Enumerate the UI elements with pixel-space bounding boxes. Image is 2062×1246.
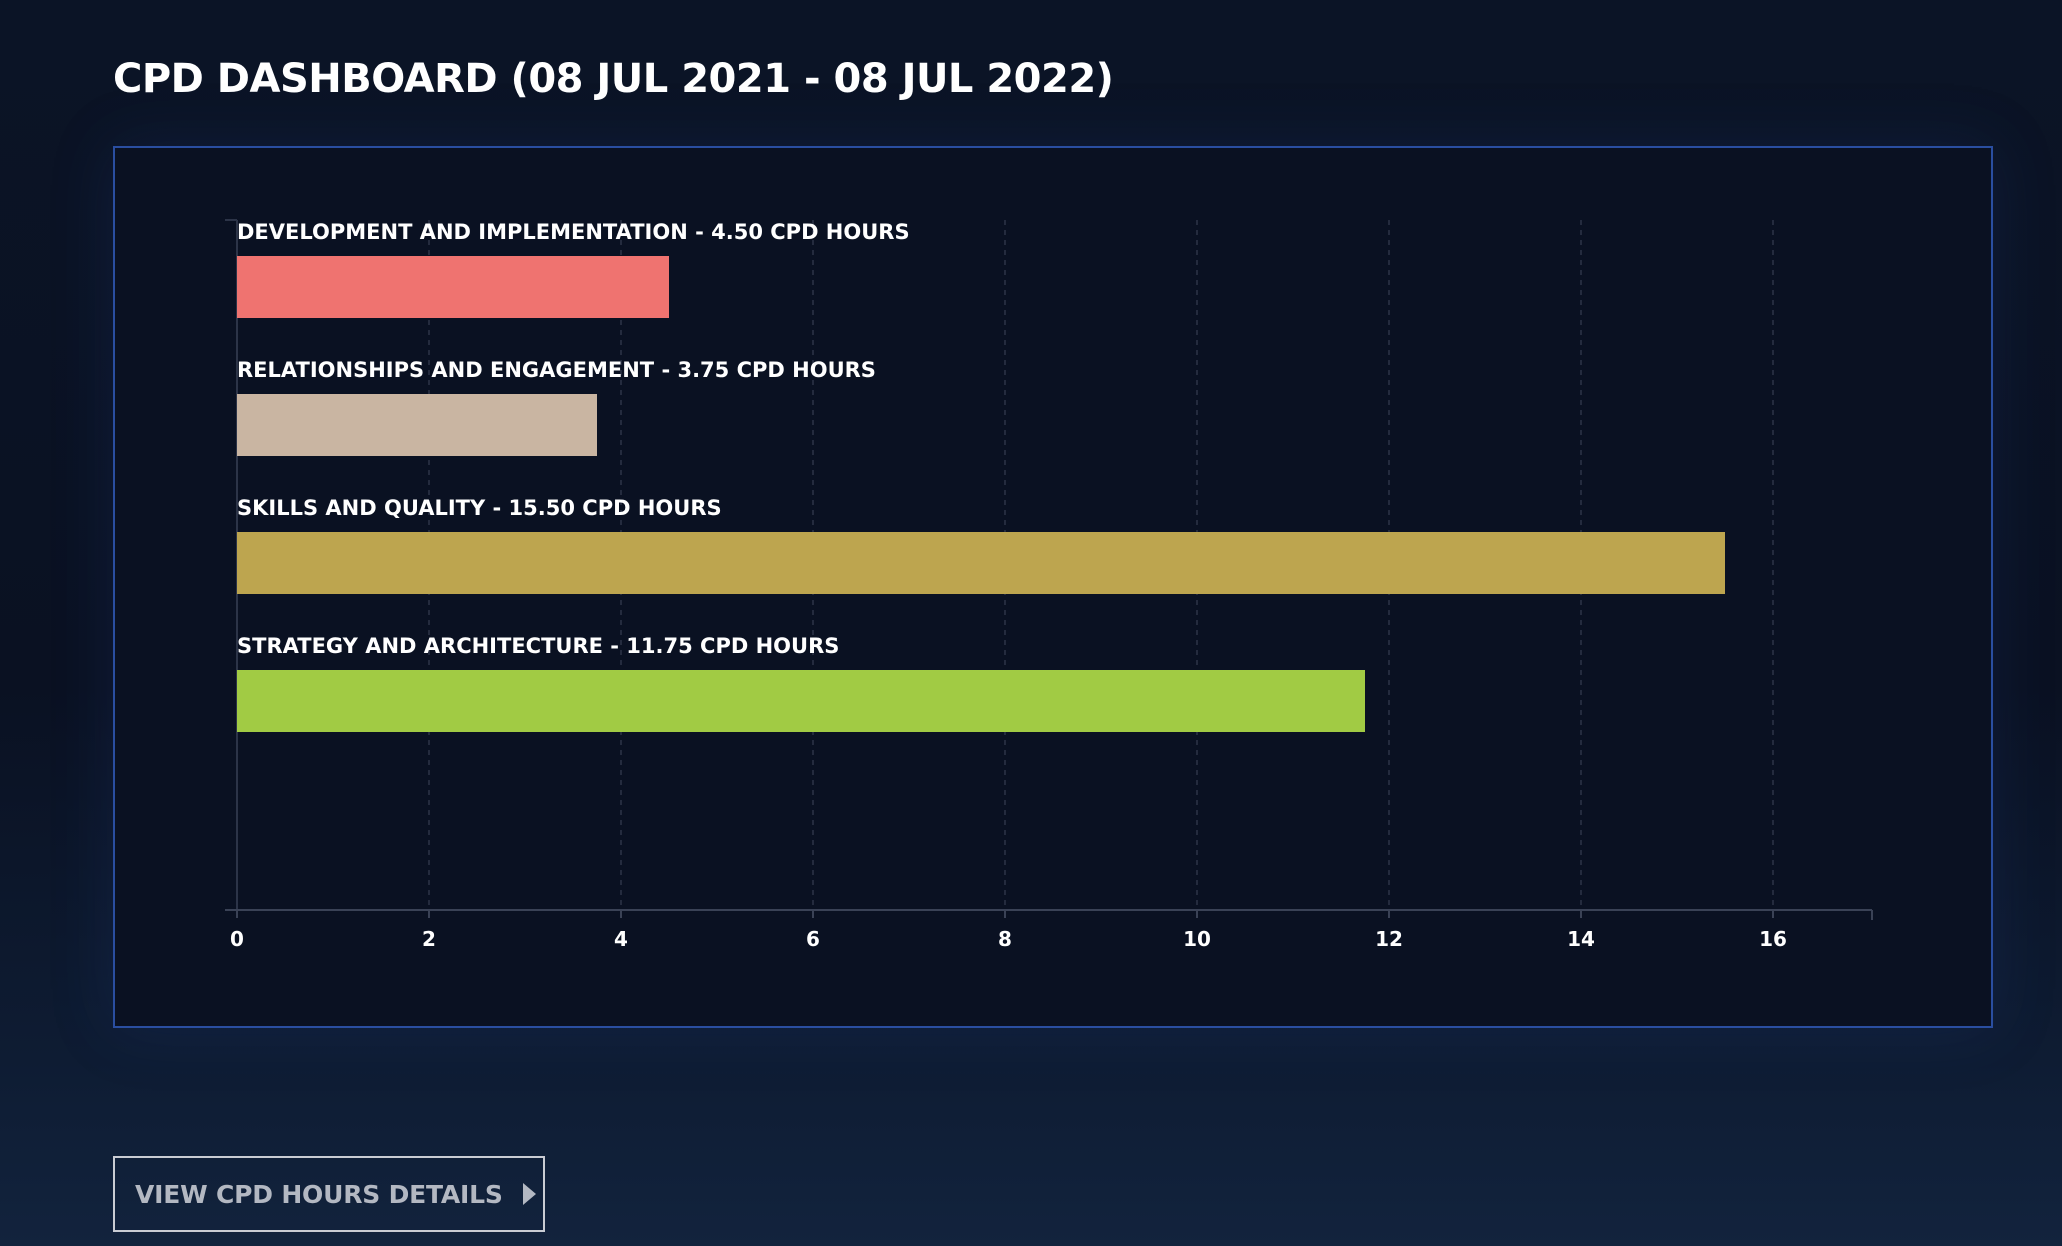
cpd-hours-bar-chart: DEVELOPMENT AND IMPLEMENTATION - 4.50 CP… — [225, 219, 1873, 951]
chart-x-tick-labels: 0 2 4 6 8 10 12 14 16 — [230, 927, 1787, 951]
bar-category-label: STRATEGY AND ARCHITECTURE - 11.75 CPD HO… — [237, 634, 839, 658]
page-title: CPD DASHBOARD (08 JUL 2021 - 08 JUL 2022… — [113, 56, 1114, 102]
bar-category-label: RELATIONSHIPS AND ENGAGEMENT - 3.75 CPD … — [237, 358, 876, 382]
x-tick-label: 16 — [1759, 927, 1787, 951]
cpd-chart-panel: DEVELOPMENT AND IMPLEMENTATION - 4.50 CP… — [113, 146, 1993, 1028]
bar — [237, 670, 1365, 732]
x-tick-label: 12 — [1375, 927, 1403, 951]
x-tick-label: 14 — [1567, 927, 1595, 951]
x-tick-label: 2 — [422, 927, 436, 951]
play-arrow-icon — [522, 1183, 536, 1205]
x-tick-label: 4 — [614, 927, 628, 951]
x-tick-label: 8 — [998, 927, 1012, 951]
x-tick-label: 0 — [230, 927, 244, 951]
x-tick-label: 6 — [806, 927, 820, 951]
bar — [237, 394, 597, 456]
bar — [237, 532, 1725, 594]
view-cpd-hours-details-label: VIEW CPD HOURS DETAILS — [135, 1179, 503, 1209]
chart-bars — [237, 256, 1725, 732]
view-cpd-hours-details-button[interactable]: VIEW CPD HOURS DETAILS — [113, 1156, 545, 1232]
bar-category-label: SKILLS AND QUALITY - 15.50 CPD HOURS — [237, 496, 722, 520]
bar — [237, 256, 669, 318]
bar-category-label: DEVELOPMENT AND IMPLEMENTATION - 4.50 CP… — [237, 220, 910, 244]
x-tick-label: 10 — [1183, 927, 1211, 951]
